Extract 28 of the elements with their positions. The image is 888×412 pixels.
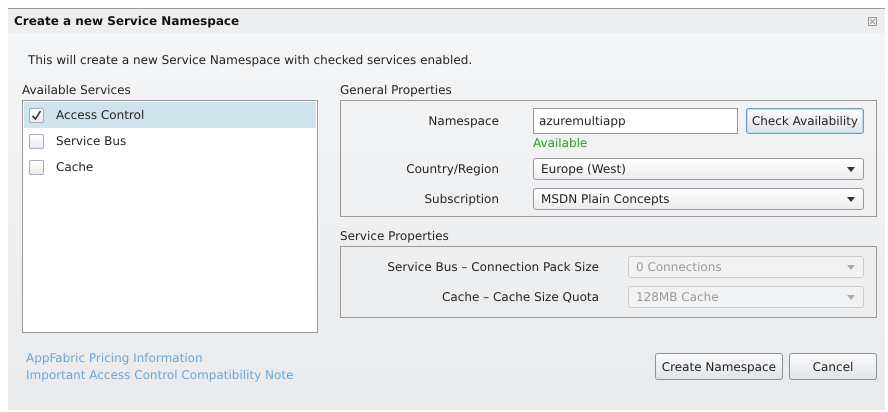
service-item[interactable]: Service Bus [24, 128, 316, 154]
dropdown[interactable]: MSDN Plain Concepts [533, 188, 864, 210]
cancel-button[interactable]: Cancel [789, 353, 877, 380]
service-item[interactable]: Cache [24, 154, 316, 180]
create-button[interactable]: Create Namespace [654, 353, 783, 380]
service-item[interactable]: Access Control [24, 102, 316, 128]
namespace-field[interactable]: azuremultiapp [533, 108, 738, 134]
field-label: Service Bus – Connection Pack Size [386, 260, 599, 274]
caret-icon [847, 264, 855, 270]
group-label: General Properties [340, 83, 453, 97]
intro-text: This will create a new Service Namespace with checked services enabled. [28, 53, 474, 67]
availability-status: Available [533, 136, 588, 150]
caret-icon [847, 196, 855, 202]
dropdown[interactable]: Europe (West) [533, 158, 864, 180]
field-label: Country/Region [405, 162, 499, 176]
close-icon[interactable] [868, 16, 877, 26]
checkbox[interactable] [29, 160, 44, 174]
caret-icon [847, 294, 855, 300]
field-label: Namespace [427, 114, 499, 128]
checkbox[interactable] [29, 108, 44, 122]
field-label: Subscription [423, 192, 499, 206]
check-availability-button[interactable]: Check Availability [746, 108, 864, 134]
window-title: Create a new Service Namespace [14, 14, 240, 28]
group-label: Available Services [22, 83, 132, 97]
caret-icon [847, 166, 855, 172]
group-label: Service Properties [340, 229, 450, 243]
checkbox[interactable] [29, 134, 44, 148]
field-label: Cache – Cache Size Quota [441, 290, 599, 304]
